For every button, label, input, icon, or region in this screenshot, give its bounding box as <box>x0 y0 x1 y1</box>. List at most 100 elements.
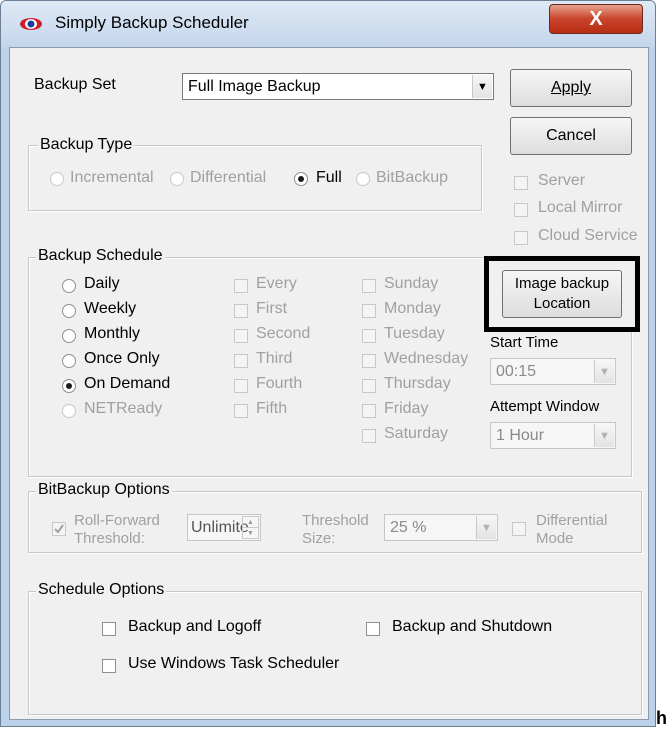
day-label: Friday <box>384 400 429 417</box>
dialog-client: Backup Set Full Image Backup ▼ Apply Can… <box>9 47 649 720</box>
attempt-window-value: 1 Hour <box>496 427 545 444</box>
cloud-service-checkbox[interactable] <box>514 231 528 245</box>
occurrence-label: Third <box>256 350 293 367</box>
occurrence-label: First <box>256 300 288 317</box>
bitbackup-label: BitBackup <box>376 169 449 186</box>
radio-frequency[interactable] <box>62 354 76 368</box>
close-icon: X <box>589 7 603 30</box>
image-backup-location-inner: Image backup Location <box>502 270 622 318</box>
day-checkbox[interactable] <box>362 429 376 443</box>
local-mirror-label: Local Mirror <box>538 199 623 216</box>
day-label: Sunday <box>384 275 439 292</box>
radio-frequency[interactable] <box>62 329 76 343</box>
attempt-window-select[interactable]: 1 Hour ▼ <box>490 422 616 449</box>
cloud-service-label: Cloud Service <box>538 227 638 244</box>
radio-frequency[interactable] <box>62 379 76 393</box>
threshold-size-label-1: Threshold <box>302 512 369 529</box>
local-mirror-checkbox[interactable] <box>514 203 528 217</box>
day-checkbox[interactable] <box>362 379 376 393</box>
apply-button-label: Apply <box>550 79 592 96</box>
backup-set-label: Backup Set <box>34 76 116 93</box>
start-time-select[interactable]: 00:15 ▼ <box>490 358 616 385</box>
backup-logoff-checkbox[interactable] <box>102 622 116 636</box>
attempt-window-label: Attempt Window <box>490 398 600 415</box>
server-checkbox[interactable] <box>514 176 528 190</box>
radio-frequency[interactable] <box>62 404 76 418</box>
edge-text-fragment: h <box>656 708 667 728</box>
image-backup-location-button[interactable]: Image backup Location <box>484 256 640 332</box>
frequency-label: Daily <box>84 275 120 292</box>
frequency-label: Weekly <box>84 300 137 317</box>
backup-schedule-title: Backup Schedule <box>36 247 165 265</box>
backup-type-title: Backup Type <box>38 136 135 154</box>
differential-label: Differential <box>190 169 267 186</box>
occurrence-checkbox[interactable] <box>234 279 248 293</box>
chevron-down-icon[interactable]: ▼ <box>472 75 492 98</box>
day-checkbox[interactable] <box>362 354 376 368</box>
dialog-window: Simply Backup Scheduler X Backup Set Ful… <box>0 0 656 727</box>
incremental-label: Incremental <box>70 169 154 186</box>
full-label: Full <box>316 169 342 186</box>
threshold-size-select[interactable]: 25 % ▼ <box>384 514 498 541</box>
backup-set-select[interactable]: Full Image Backup ▼ <box>182 73 494 100</box>
occurrence-checkbox[interactable] <box>234 379 248 393</box>
day-checkbox[interactable] <box>362 304 376 318</box>
chevron-down-icon[interactable]: ▼ <box>594 424 614 447</box>
schedule-options-group <box>28 591 642 715</box>
close-button[interactable]: X <box>549 4 643 34</box>
differential-mode-label-1: Differential <box>536 512 608 529</box>
window-title: Simply Backup Scheduler <box>55 13 249 32</box>
chevron-down-icon[interactable]: ▼ <box>476 516 496 539</box>
server-label: Server <box>538 172 586 189</box>
spin-down-icon[interactable]: ▼ <box>242 527 259 539</box>
rollforward-checkbox[interactable] <box>52 522 66 536</box>
day-label: Tuesday <box>384 325 445 342</box>
day-label: Thursday <box>384 375 451 392</box>
occurrence-checkbox[interactable] <box>234 304 248 318</box>
occurrence-label: Fourth <box>256 375 303 392</box>
cancel-button[interactable]: Cancel <box>510 117 632 155</box>
day-label: Monday <box>384 300 441 317</box>
radio-frequency[interactable] <box>62 304 76 318</box>
backup-logoff-label: Backup and Logoff <box>128 618 262 635</box>
frequency-label: NETReady <box>84 400 163 417</box>
cancel-button-label: Cancel <box>546 127 596 144</box>
schedule-options-title: Schedule Options <box>36 581 167 599</box>
threshold-size-label-2: Size: <box>302 530 336 547</box>
day-checkbox[interactable] <box>362 404 376 418</box>
rollforward-label-2: Threshold: <box>74 530 145 547</box>
title-bar[interactable]: Simply Backup Scheduler X <box>1 1 655 47</box>
start-time-label: Start Time <box>490 334 559 351</box>
rollforward-spinner[interactable]: Unlimite ▲ ▼ <box>187 514 261 541</box>
backup-set-value: Full Image Backup <box>188 78 321 95</box>
occurrence-checkbox[interactable] <box>234 329 248 343</box>
radio-full[interactable] <box>294 172 308 186</box>
threshold-size-value: 25 % <box>390 519 427 536</box>
day-checkbox[interactable] <box>362 329 376 343</box>
radio-frequency[interactable] <box>62 279 76 293</box>
chevron-down-icon[interactable]: ▼ <box>594 360 614 383</box>
backup-shutdown-label: Backup and Shutdown <box>392 618 553 635</box>
radio-bitbackup[interactable] <box>356 172 370 186</box>
differential-mode-checkbox[interactable] <box>512 522 526 536</box>
differential-mode-label-2: Mode <box>536 530 574 547</box>
occurrence-label: Fifth <box>256 400 288 417</box>
occurrence-checkbox[interactable] <box>234 404 248 418</box>
occurrence-label: Second <box>256 325 311 342</box>
image-backup-location-label: Image backup Location <box>514 275 610 312</box>
check-icon <box>54 524 64 534</box>
occurrence-label: Every <box>256 275 297 292</box>
bitbackup-options-title: BitBackup Options <box>36 481 172 499</box>
frequency-label: Once Only <box>84 350 160 367</box>
task-scheduler-label: Use Windows Task Scheduler <box>128 655 340 672</box>
frequency-label: Monthly <box>84 325 141 342</box>
occurrence-checkbox[interactable] <box>234 354 248 368</box>
backup-shutdown-checkbox[interactable] <box>366 622 380 636</box>
radio-differential[interactable] <box>170 172 184 186</box>
day-checkbox[interactable] <box>362 279 376 293</box>
start-time-value: 00:15 <box>496 363 537 380</box>
apply-button[interactable]: Apply <box>510 69 632 107</box>
radio-incremental[interactable] <box>50 172 64 186</box>
app-eye-icon <box>20 18 42 30</box>
task-scheduler-checkbox[interactable] <box>102 659 116 673</box>
